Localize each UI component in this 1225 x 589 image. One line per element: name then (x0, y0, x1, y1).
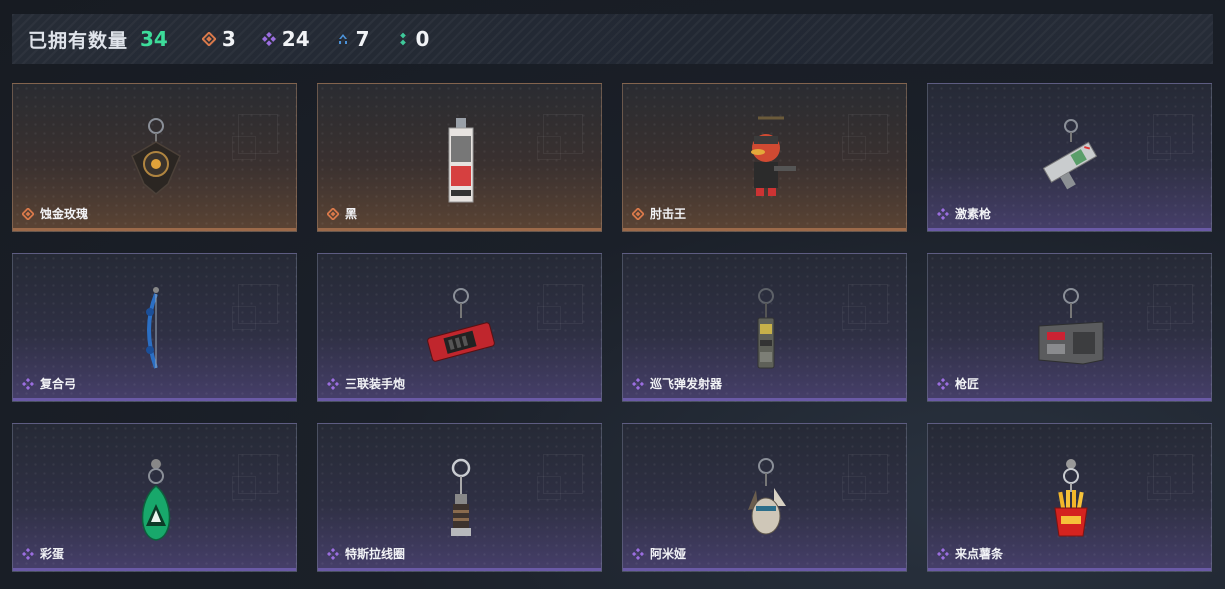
charm-card[interactable]: 特斯拉线圈 (317, 423, 602, 572)
purple-rarity-icon (937, 547, 949, 560)
charm-name: 巡飞弹发射器 (650, 377, 723, 391)
easter-egg-charm-icon (141, 459, 171, 541)
gunsmith-charm-icon (1038, 288, 1104, 365)
charm-card[interactable]: 彩蛋 (12, 423, 297, 572)
compound-bow-charm-icon (146, 287, 159, 369)
charm-card[interactable]: 激素枪 (927, 83, 1212, 232)
charm-name: 彩蛋 (40, 547, 65, 561)
owned-count-value: 34 (140, 27, 168, 51)
purple-rarity-icon (327, 377, 339, 390)
charm-card[interactable]: 阿米娅 (622, 423, 907, 572)
loitering-launcher-charm-icon (757, 288, 775, 369)
stat-purple: 24 (261, 27, 310, 51)
blue-count: 7 (355, 27, 370, 51)
owned-summary-bar: 已拥有数量 34 3 24 7 0 (12, 14, 1213, 64)
green-count: 0 (415, 27, 430, 51)
purple-rarity-icon (632, 377, 644, 390)
charm-name: 黑 (345, 207, 358, 221)
charm-name: 蚀金玫瑰 (40, 207, 89, 221)
owned-count-label: 已拥有数量 (28, 30, 129, 52)
green-dots-icon (399, 32, 406, 46)
charm-name: 复合弓 (40, 377, 77, 391)
orange-diamond-icon (201, 32, 216, 46)
gold-rose-charm-icon (131, 118, 181, 195)
charm-card[interactable]: 三联装手炮 (317, 253, 602, 402)
purple-count: 24 (281, 27, 310, 51)
orange-rarity-icon (22, 207, 34, 220)
purple-diamond-icon (261, 32, 276, 46)
purple-rarity-icon (937, 207, 949, 220)
charm-name: 激素枪 (955, 207, 992, 221)
purple-rarity-icon (22, 377, 34, 390)
charm-card[interactable]: 蚀金玫瑰 (12, 83, 297, 232)
charm-name: 来点薯条 (955, 547, 1004, 561)
charm-name: 肘击王 (650, 207, 687, 221)
purple-rarity-icon (327, 547, 339, 560)
stat-green: 0 (396, 27, 430, 51)
orange-rarity-icon (632, 207, 644, 220)
charm-card[interactable]: 巡飞弹发射器 (622, 253, 907, 402)
purple-rarity-icon (22, 547, 34, 560)
purple-rarity-icon (632, 547, 644, 560)
stat-blue: 7 (336, 27, 370, 51)
triple-hand-cannon-charm-icon (427, 288, 495, 362)
charm-name: 特斯拉线圈 (345, 547, 406, 561)
tesla-coil-charm-icon (451, 458, 471, 536)
charm-card[interactable]: 黑 (317, 83, 602, 232)
orange-count: 3 (221, 27, 236, 51)
charm-card[interactable]: 肘击王 (622, 83, 907, 232)
duck-soldier-charm-icon (751, 116, 796, 196)
charm-card[interactable]: 复合弓 (12, 253, 297, 402)
charm-card[interactable]: 枪匠 (927, 253, 1212, 402)
charm-name: 阿米娅 (650, 547, 687, 561)
purple-rarity-icon (937, 377, 949, 390)
black-card-charm-icon (448, 118, 474, 203)
charm-name: 三联装手炮 (345, 377, 406, 391)
stat-orange: 3 (201, 27, 236, 51)
orange-rarity-icon (327, 207, 339, 220)
charm-name: 枪匠 (955, 377, 980, 391)
blue-chevron-icon (338, 34, 347, 44)
fries-charm-icon (1054, 459, 1088, 537)
charm-card[interactable]: 来点薯条 (927, 423, 1212, 572)
amiya-charm-icon (748, 458, 786, 535)
syringe-gun-charm-icon (1042, 119, 1098, 190)
